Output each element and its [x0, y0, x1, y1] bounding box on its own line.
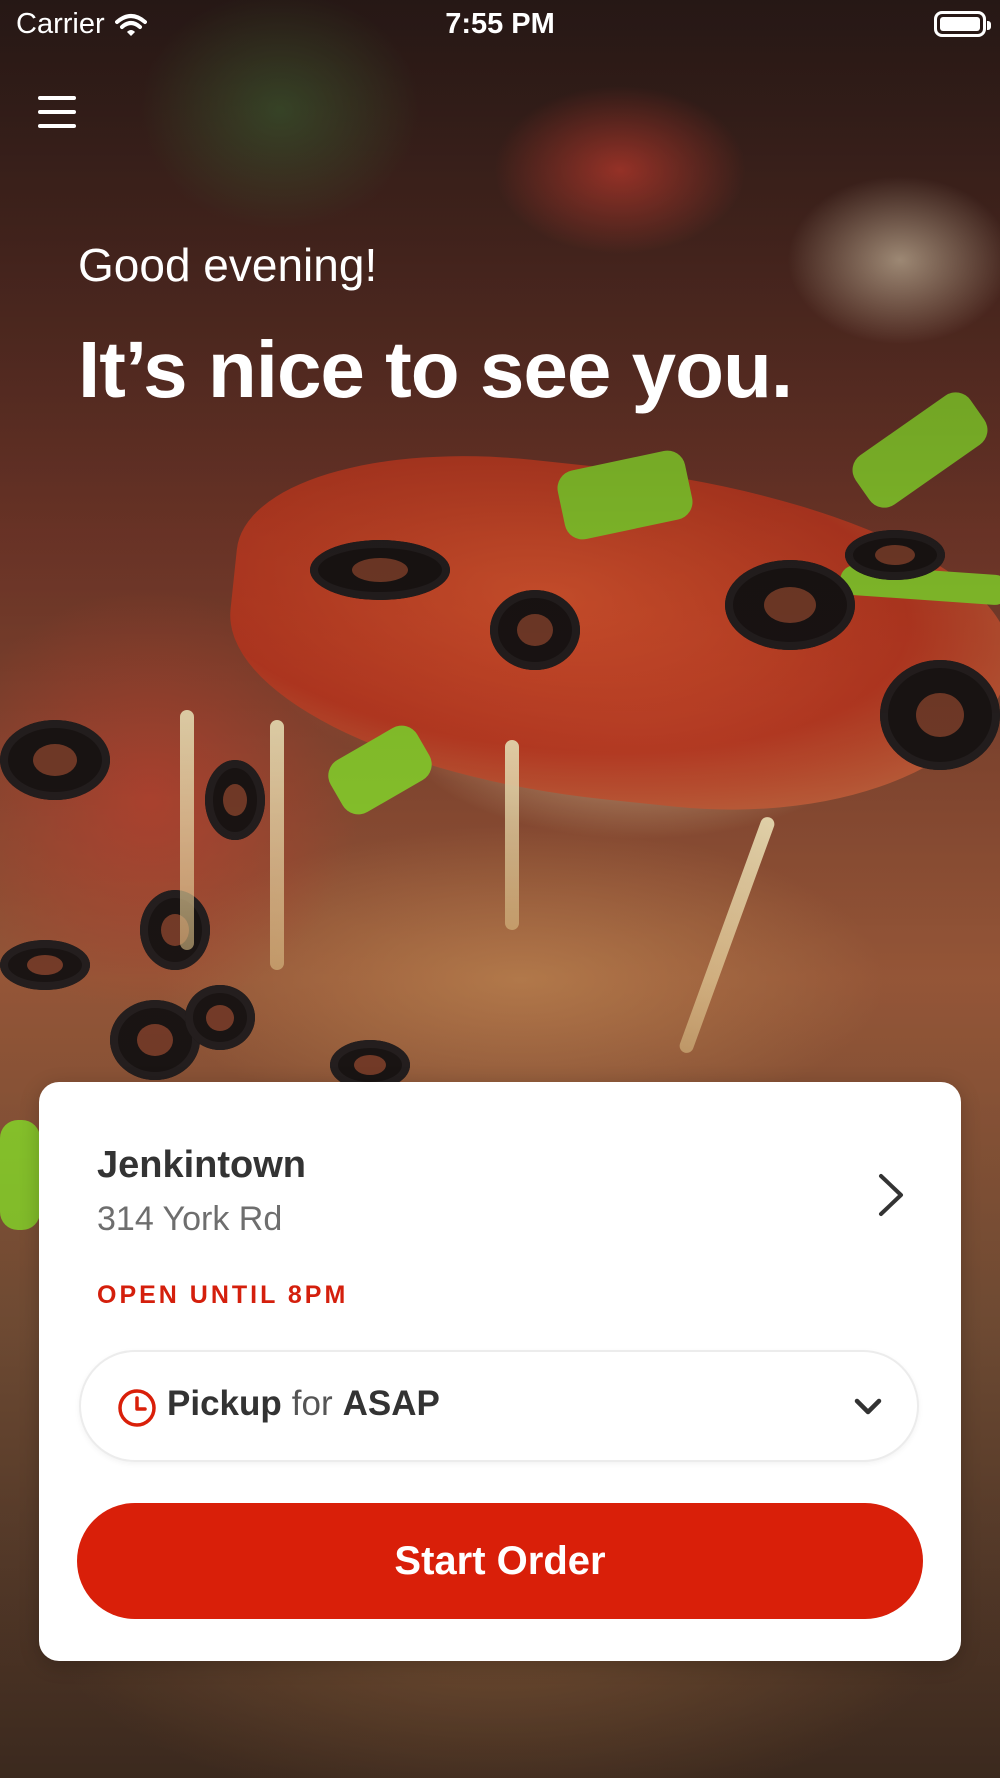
clock-icon	[118, 1389, 156, 1427]
order-time: ASAP	[342, 1384, 440, 1423]
chevron-down-icon[interactable]	[853, 1394, 883, 1420]
order-mode-select[interactable]: Pickup for ASAP	[79, 1350, 919, 1462]
store-card: Jenkintown 314 York Rd OPEN UNTIL 8PM Pi…	[39, 1082, 961, 1661]
order-method: Pickup	[167, 1384, 282, 1423]
hamburger-menu-icon[interactable]	[38, 92, 78, 132]
store-hours: OPEN UNTIL 8PM	[97, 1281, 349, 1309]
status-time: 7:55 PM	[445, 8, 555, 40]
greeting-title: It’s nice to see you.	[78, 325, 793, 414]
chevron-right-icon[interactable]	[869, 1170, 913, 1220]
order-mode-label: Pickup for ASAP	[167, 1384, 440, 1424]
store-name[interactable]: Jenkintown	[97, 1144, 306, 1187]
start-order-button[interactable]: Start Order	[77, 1503, 923, 1619]
greeting-subtitle: Good evening!	[78, 239, 378, 291]
battery-icon	[934, 11, 991, 37]
order-connector: for	[291, 1384, 333, 1423]
store-address[interactable]: 314 York Rd	[97, 1200, 282, 1239]
status-bar: Carrier 7:55 PM	[0, 0, 1000, 52]
